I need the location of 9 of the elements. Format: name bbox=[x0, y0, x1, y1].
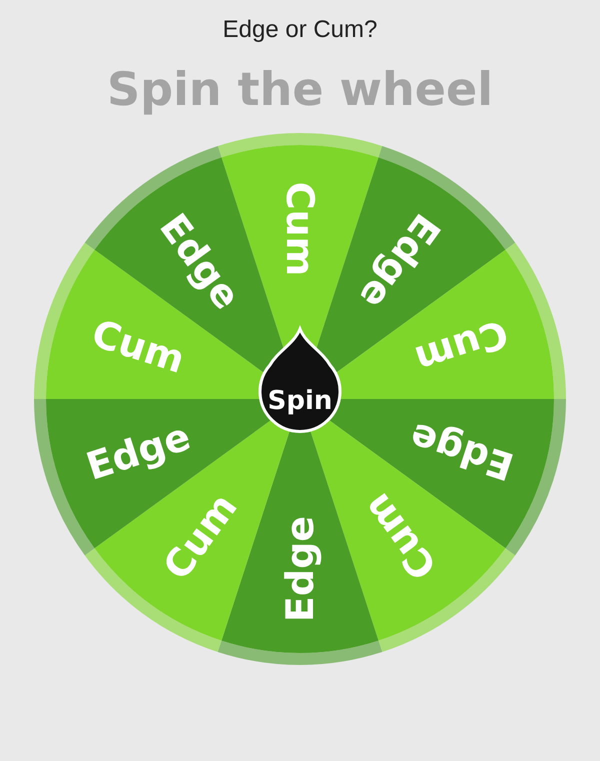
heading: Spin the wheel bbox=[107, 62, 493, 116]
segment-label: Edge bbox=[404, 414, 519, 489]
segment-label: Cum bbox=[410, 310, 514, 382]
segment-label: Edge bbox=[81, 414, 196, 489]
spin-button[interactable]: Spin bbox=[258, 328, 342, 433]
page-title: Edge or Cum? bbox=[222, 16, 378, 44]
segment-label: Cum bbox=[86, 310, 190, 382]
segment-label: Edge bbox=[278, 516, 322, 622]
segment-label: Cum bbox=[278, 182, 322, 276]
